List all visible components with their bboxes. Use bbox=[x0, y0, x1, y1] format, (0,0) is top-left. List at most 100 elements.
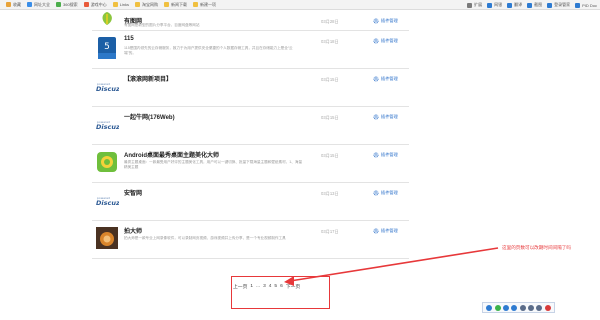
plugin-date: 03月15日 bbox=[321, 153, 339, 158]
bookmark-label: 收藏 bbox=[13, 1, 21, 7]
manage-plugin-link[interactable]: 插件管理 bbox=[373, 228, 398, 234]
weixin-icon[interactable] bbox=[494, 304, 501, 311]
plugin-description: 拍大师是一款专业上网录像软件，可以录制网页视频、游戏视频并上传分享，是一个专业视… bbox=[124, 236, 286, 240]
plugin-logo bbox=[95, 226, 119, 250]
bookmark-label: 网银 bbox=[494, 2, 503, 7]
plugin-date: 03月13日 bbox=[321, 191, 339, 196]
annotation-text: 这里的页数可以改期时间间隔了吗 bbox=[502, 245, 571, 250]
bookmark-item[interactable]: 游戏中心 bbox=[83, 2, 107, 8]
gear-icon bbox=[373, 38, 379, 44]
list-item: poweredDiscuz!一起牛网(176Web) 03月15日 插件管理 bbox=[92, 107, 409, 145]
manage-plugin-label: 插件管理 bbox=[381, 228, 398, 233]
plugin-date: 03月15日 bbox=[321, 115, 339, 120]
plugin-name[interactable]: 一起牛网(176Web) bbox=[124, 112, 175, 121]
bookmark-item[interactable]: Links bbox=[112, 2, 129, 7]
manage-plugin-link[interactable]: 插件管理 bbox=[373, 76, 398, 82]
plugin-name[interactable]: 115 bbox=[124, 36, 134, 42]
bookmark-item[interactable]: PID Doc bbox=[575, 2, 597, 8]
close-icon[interactable] bbox=[544, 304, 551, 311]
manage-plugin-link[interactable]: 插件管理 bbox=[373, 152, 398, 158]
bookmark-icon bbox=[527, 2, 533, 8]
bookmark-item[interactable]: 360搜索 bbox=[56, 2, 78, 8]
manage-plugin-link[interactable]: 插件管理 bbox=[373, 38, 398, 44]
manage-plugin-label: 插件管理 bbox=[381, 152, 398, 157]
plugin-logo bbox=[95, 150, 119, 174]
bookmark-icon bbox=[164, 2, 170, 7]
bookmark-icon bbox=[547, 2, 553, 8]
annotation-box bbox=[231, 276, 330, 309]
manage-plugin-label: 插件管理 bbox=[381, 38, 398, 43]
manage-plugin-label: 插件管理 bbox=[381, 114, 398, 119]
bookmark-icon bbox=[135, 2, 141, 7]
manage-plugin-label: 插件管理 bbox=[381, 18, 398, 23]
plugin-date: 03月28日 bbox=[321, 19, 339, 24]
bookmark-item[interactable]: 登录管家 bbox=[547, 2, 570, 8]
bookmark-label: 新闻下载 bbox=[171, 1, 188, 7]
gear-icon bbox=[373, 228, 379, 234]
manage-plugin-label: 插件管理 bbox=[381, 76, 398, 81]
qq-icon[interactable] bbox=[502, 304, 509, 311]
plugin-name[interactable]: 【滚滚网新项目】 bbox=[124, 74, 172, 83]
bookmark-item[interactable]: 新建一项 bbox=[193, 2, 216, 8]
manage-plugin-link[interactable]: 插件管理 bbox=[373, 18, 398, 24]
bookmark-item[interactable]: 截图 bbox=[527, 2, 542, 8]
plugin-description: 115是国内领先的云存储服务，致力于为用户提供安全便捷的个人数据存储工具，并且在… bbox=[124, 46, 293, 55]
plugin-description bbox=[124, 84, 304, 99]
plugin-date: 03月15日 bbox=[321, 77, 339, 82]
plugin-name[interactable]: 安智网 bbox=[124, 188, 142, 197]
bookmark-icon bbox=[193, 2, 199, 7]
bookmark-label: 扩展 bbox=[474, 2, 483, 7]
gear-icon bbox=[373, 76, 379, 82]
list-item: poweredDiscuz!安智网 03月13日 插件管理 bbox=[92, 183, 409, 221]
plugin-logo: poweredDiscuz! bbox=[95, 74, 123, 98]
bookmark-icon bbox=[56, 2, 61, 7]
bookmark-icon bbox=[83, 2, 89, 7]
plugin-date: 03月18日 bbox=[321, 39, 339, 44]
bookmark-label: 翻译 bbox=[514, 2, 523, 7]
bookmark-item[interactable]: 翻译 bbox=[507, 2, 522, 8]
bookmarks-bar: 收藏 网址大全 360搜索 游戏中心 Links 淘宝网购 新闻下载 新建一项 扩展 网银 翻译 截… bbox=[0, 0, 600, 10]
chat-icon[interactable] bbox=[511, 304, 518, 311]
plugin-date: 03月17日 bbox=[321, 229, 339, 234]
plugin-list: 有图网 有图网是新型的图片分享平台，百度网盘等网站 03月28日 插件管理 5 115 11… bbox=[92, 10, 409, 259]
bookmark-label: 登录管家 bbox=[554, 2, 571, 7]
bookmark-label: 截图 bbox=[534, 2, 543, 7]
bookmark-label: 360搜索 bbox=[63, 1, 78, 7]
bookmark-item[interactable]: 收藏 bbox=[6, 2, 21, 8]
manage-plugin-link[interactable]: 插件管理 bbox=[373, 190, 398, 196]
bottom-toolbar bbox=[482, 302, 555, 313]
ie-icon[interactable] bbox=[486, 304, 493, 311]
plugin-logo: 5 bbox=[95, 36, 119, 60]
svg-text:Discuz!: Discuz! bbox=[96, 85, 119, 93]
gear-icon bbox=[373, 18, 379, 24]
plugin-name[interactable]: 拍大师 bbox=[124, 226, 142, 235]
plugin-logo: poweredDiscuz! bbox=[95, 112, 123, 136]
bookmark-item[interactable]: 淘宝网购 bbox=[135, 2, 158, 8]
list-item: 拍大师 拍大师是一款专业上网录像软件，可以录制网页视频、游戏视频并上传分享，是一个… bbox=[92, 221, 409, 259]
list-item: 5 115 115是国内领先的云存储服务，致力于为用户提供安全便捷的个人数据存储工具… bbox=[92, 31, 409, 69]
manage-plugin-link[interactable]: 插件管理 bbox=[373, 114, 398, 120]
bookmark-icon bbox=[507, 2, 513, 8]
monitor-icon[interactable] bbox=[519, 304, 526, 311]
gear-icon bbox=[373, 114, 379, 120]
bookmark-icon bbox=[27, 2, 32, 7]
bookmark-icon bbox=[112, 2, 118, 7]
bookmark-label: PID Doc bbox=[582, 2, 597, 8]
svg-text:5: 5 bbox=[104, 42, 110, 52]
bookmark-icon bbox=[575, 2, 581, 8]
bookmark-item[interactable]: 网银 bbox=[487, 2, 502, 8]
manage-plugin-label: 插件管理 bbox=[381, 190, 398, 195]
settings-icon[interactable] bbox=[536, 304, 543, 311]
bookmark-icon bbox=[487, 2, 493, 8]
plugin-name[interactable]: Android桌面最秀桌面主题美化大师 bbox=[124, 150, 219, 159]
bookmark-item[interactable]: 扩展 bbox=[467, 2, 482, 8]
bookmark-label: 网址大全 bbox=[34, 1, 50, 7]
bookmark-item[interactable]: 新闻下载 bbox=[164, 2, 187, 8]
bookmark-icon bbox=[467, 2, 473, 8]
plugin-description bbox=[124, 198, 304, 213]
bookmark-item[interactable]: 网址大全 bbox=[27, 2, 50, 8]
print-icon[interactable] bbox=[528, 304, 535, 311]
gear-icon bbox=[373, 190, 379, 196]
list-item: Android桌面最秀桌面主题美化大师 最秀主题桌面：一款最受用户好评的主题美化工… bbox=[92, 145, 409, 183]
plugin-description: 有图网是新型的图片分享平台，百度网盘等网站 bbox=[124, 23, 200, 27]
